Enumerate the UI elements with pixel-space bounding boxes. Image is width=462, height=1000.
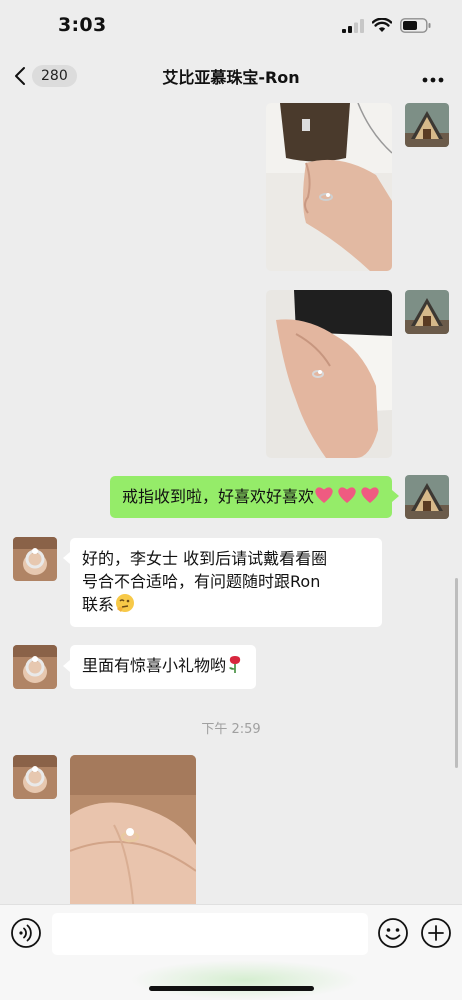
status-time: 3:03	[58, 14, 107, 36]
my-avatar[interactable]	[405, 290, 449, 334]
add-button[interactable]	[420, 917, 452, 949]
received-message-line: 好的，李女士 收到后请试戴看看圈	[82, 549, 328, 568]
my-avatar[interactable]	[405, 103, 449, 147]
bubble-arrow	[63, 660, 70, 672]
home-indicator[interactable]	[149, 986, 314, 991]
received-message-bubble[interactable]: 里面有惊喜小礼物哟	[70, 645, 257, 689]
plus-icon	[421, 918, 451, 948]
voice-button[interactable]	[10, 917, 42, 949]
wifi-icon	[372, 18, 392, 32]
more-button[interactable]	[422, 68, 444, 87]
scroll-indicator[interactable]	[455, 578, 458, 768]
emoji-button[interactable]	[377, 917, 409, 949]
status-icons	[342, 18, 432, 33]
received-message-line: 联系	[82, 595, 115, 614]
battery-icon	[400, 18, 431, 33]
contact-avatar[interactable]	[13, 645, 57, 689]
thinking-emoji-icon	[114, 593, 136, 619]
heart-emoji-icon	[314, 485, 380, 512]
bubble-arrow	[392, 490, 399, 502]
sent-photo-ring-cup[interactable]	[266, 290, 392, 458]
voice-icon	[11, 918, 41, 948]
chat-title: 艾比亚慕珠宝-Ron	[162, 68, 300, 87]
more-dots-icon	[422, 77, 444, 83]
rose-emoji-icon	[226, 654, 244, 681]
received-message-bubble[interactable]: 好的，李女士 收到后请试戴看看圈 号合不合适哈，有问题随时跟Ron 联系	[70, 538, 382, 627]
time-divider: 下午 2:59	[201, 722, 261, 737]
bubble-arrow	[63, 552, 70, 564]
sent-message-bubble[interactable]: 戒指收到啦，好喜欢好喜欢	[109, 476, 392, 518]
chat-area[interactable]: 戒指收到啦，好喜欢好喜欢 好的，李女士 收到后请试戴看看圈 号合不合适哈，有问题…	[0, 98, 462, 904]
status-bar: 3:03	[0, 0, 462, 54]
contact-avatar[interactable]	[13, 755, 57, 799]
received-message-text: 里面有惊喜小礼物哟	[82, 656, 227, 675]
signal-icon	[342, 18, 364, 33]
received-message-line: 号合不合适哈，有问题随时跟Ron	[82, 572, 321, 591]
contact-avatar[interactable]	[13, 537, 57, 581]
message-input[interactable]	[52, 913, 368, 955]
sent-photo-ring-coffee[interactable]	[266, 103, 392, 271]
nav-bar: 280 艾比亚慕珠宝-Ron	[0, 54, 462, 98]
my-avatar[interactable]	[405, 475, 449, 519]
smiley-icon	[378, 918, 408, 948]
received-photo-ring[interactable]	[70, 755, 196, 904]
keyboard-glow	[130, 960, 360, 1000]
sent-message-text: 戒指收到啦，好喜欢好喜欢	[121, 487, 314, 506]
